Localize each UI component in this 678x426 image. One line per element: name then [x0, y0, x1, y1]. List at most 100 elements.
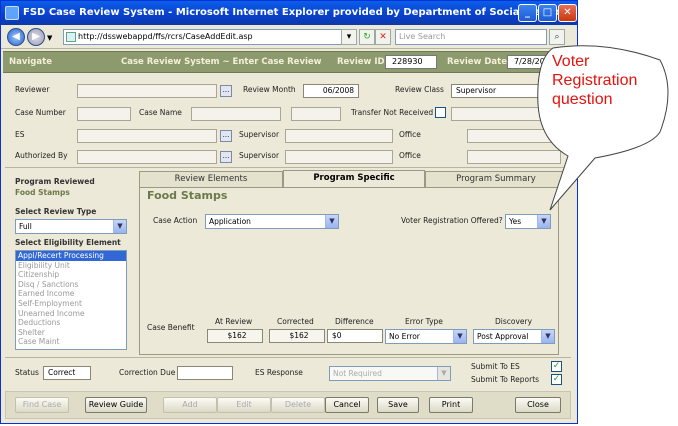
es-supervisor-label: Supervisor — [239, 130, 280, 139]
submit-es-checkbox[interactable]: ✓ — [551, 361, 562, 372]
correction-due-label: Correction Due — [119, 368, 176, 377]
url-text: http://dsswebappd/ffs/rcrs/CaseAddEdit.a… — [78, 32, 253, 41]
authorized-lookup-button[interactable]: ... — [220, 151, 232, 163]
eligibility-list-item[interactable]: Self-Employment — [16, 299, 126, 309]
at-review-header: At Review — [215, 317, 253, 326]
tab-program-specific[interactable]: Program Specific — [283, 170, 425, 187]
corrected-value[interactable]: $162 — [269, 329, 325, 343]
review-month-field[interactable]: 06/2008 — [303, 84, 359, 98]
review-id-value: 228930 — [385, 55, 437, 69]
transfer-label: Transfer Not Received — [351, 108, 434, 117]
case-action-select[interactable]: Application ▼ — [205, 214, 339, 229]
back-icon[interactable]: ◀ — [7, 28, 25, 46]
submit-reports-label: Submit To Reports — [471, 375, 540, 384]
discovery-value: Post Approval — [477, 332, 529, 341]
es-response-value: Not Required — [333, 369, 382, 378]
case-number-field[interactable] — [77, 107, 131, 121]
eligibility-list-item[interactable]: Citizenship — [16, 270, 126, 280]
address-bar[interactable]: http://dsswebappd/ffs/rcrs/CaseAddEdit.a… — [63, 29, 345, 45]
auth-supervisor-field[interactable] — [285, 150, 393, 164]
review-type-select[interactable]: Full ▼ — [15, 219, 127, 234]
case-name-label: Case Name — [139, 108, 182, 117]
refresh-icon[interactable]: ↻ — [359, 29, 375, 45]
reviewer-lookup-button[interactable]: ... — [220, 85, 232, 97]
address-dropdown-icon[interactable]: ▾ — [341, 29, 357, 45]
es-supervisor-field[interactable] — [285, 129, 393, 143]
history-dropdown-icon[interactable]: ▼ — [47, 34, 52, 42]
error-type-header: Error Type — [405, 317, 443, 326]
status-label: Status — [15, 368, 39, 377]
corrected-header: Corrected — [277, 317, 314, 326]
app-header: Navigate Case Review System ~ Enter Case… — [3, 51, 577, 73]
program-reviewed-label: Program Reviewed — [15, 177, 95, 186]
eligibility-list-item[interactable]: Case Maint — [16, 337, 126, 347]
eligibility-list-item[interactable]: Shelter — [16, 328, 126, 338]
eligibility-list[interactable]: Appl/Recert Processing Eligibility Unit Ci… — [15, 250, 127, 350]
program-value: Food Stamps — [15, 188, 70, 197]
window-title: FSD Case Review System - Microsoft Inter… — [23, 7, 574, 18]
delete-button[interactable]: Delete — [271, 397, 325, 413]
tab-review-elements[interactable]: Review Elements — [139, 171, 283, 187]
review-month-label: Review Month — [243, 85, 296, 94]
browser-window: FSD Case Review System - Microsoft Inter… — [0, 0, 578, 424]
print-button[interactable]: Print — [429, 397, 473, 413]
es-response-label: ES Response — [255, 368, 303, 377]
add-button[interactable]: Add — [163, 397, 217, 413]
correction-due-field[interactable] — [177, 366, 233, 380]
chevron-down-icon: ▼ — [437, 367, 450, 380]
status-field[interactable]: Correct — [43, 366, 91, 380]
close-button[interactable]: Close — [515, 397, 561, 413]
title-bar: FSD Case Review System - Microsoft Inter… — [1, 1, 577, 25]
transfer-checkbox[interactable] — [435, 107, 446, 118]
edit-button[interactable]: Edit — [217, 397, 271, 413]
case-name-field[interactable] — [191, 107, 281, 121]
difference-header: Difference — [335, 317, 374, 326]
case-action-label: Case Action — [153, 216, 198, 225]
error-type-value: No Error — [389, 332, 420, 341]
authorized-by-field[interactable] — [77, 150, 217, 164]
save-button[interactable]: Save — [377, 397, 419, 413]
es-field[interactable] — [77, 129, 217, 143]
case-benefit-label: Case Benefit — [147, 323, 195, 332]
reviewer-field[interactable] — [77, 84, 217, 98]
cancel-button[interactable]: Cancel — [325, 397, 369, 413]
voter-registration-label: Voter Registration Offered? — [401, 216, 503, 225]
at-review-value: $162 — [207, 329, 263, 343]
submit-reports-checkbox[interactable]: ✓ — [551, 374, 562, 385]
chevron-down-icon: ▼ — [325, 215, 338, 228]
chevron-down-icon: ▼ — [541, 330, 554, 343]
discovery-header: Discovery — [495, 317, 533, 326]
eligibility-list-item[interactable]: Deductions — [16, 318, 126, 328]
case-number-label: Case Number — [15, 108, 66, 117]
review-guide-button[interactable]: Review Guide — [85, 397, 147, 413]
maximize-button[interactable]: □ — [538, 4, 557, 22]
eligibility-list-item[interactable]: Eligibility Unit — [16, 261, 126, 271]
address-toolbar: ◀ ▶ ▼ http://dsswebappd/ffs/rcrs/CaseAdd… — [1, 25, 577, 49]
forward-icon[interactable]: ▶ — [27, 28, 45, 46]
discovery-select[interactable]: Post Approval ▼ — [473, 329, 555, 344]
divider — [5, 167, 571, 168]
navigate-link[interactable]: Navigate — [9, 52, 52, 72]
eligibility-list-item[interactable]: Disq / Sanctions — [16, 280, 126, 290]
error-type-select[interactable]: No Error ▼ — [385, 329, 467, 344]
difference-value: $0 — [327, 329, 383, 343]
review-class-label: Review Class — [395, 85, 444, 94]
review-type-label: Select Review Type — [15, 207, 97, 216]
eligibility-list-item[interactable]: Appl/Recert Processing — [16, 251, 126, 261]
eligibility-list-item[interactable]: Earned Income — [16, 289, 126, 299]
eligibility-list-item[interactable]: Unearned Income — [16, 309, 126, 319]
es-lookup-button[interactable]: ... — [220, 130, 232, 142]
minimize-button[interactable]: _ — [518, 4, 537, 22]
stop-icon[interactable]: ✕ — [375, 29, 391, 45]
chevron-down-icon: ▼ — [453, 330, 466, 343]
eligibility-label: Select Eligibility Element — [15, 238, 121, 247]
review-type-value: Full — [19, 222, 32, 231]
find-case-button[interactable]: Find Case — [15, 397, 69, 413]
case-action-value: Application — [209, 217, 251, 226]
review-id-label: Review ID — [337, 57, 385, 67]
close-window-button[interactable]: ✕ — [558, 4, 577, 22]
ie-icon — [5, 6, 19, 20]
es-response-select[interactable]: Not Required ▼ — [329, 366, 451, 381]
callout-text: Voter Registration question — [552, 53, 638, 108]
case-name-extra-field[interactable] — [291, 107, 341, 121]
